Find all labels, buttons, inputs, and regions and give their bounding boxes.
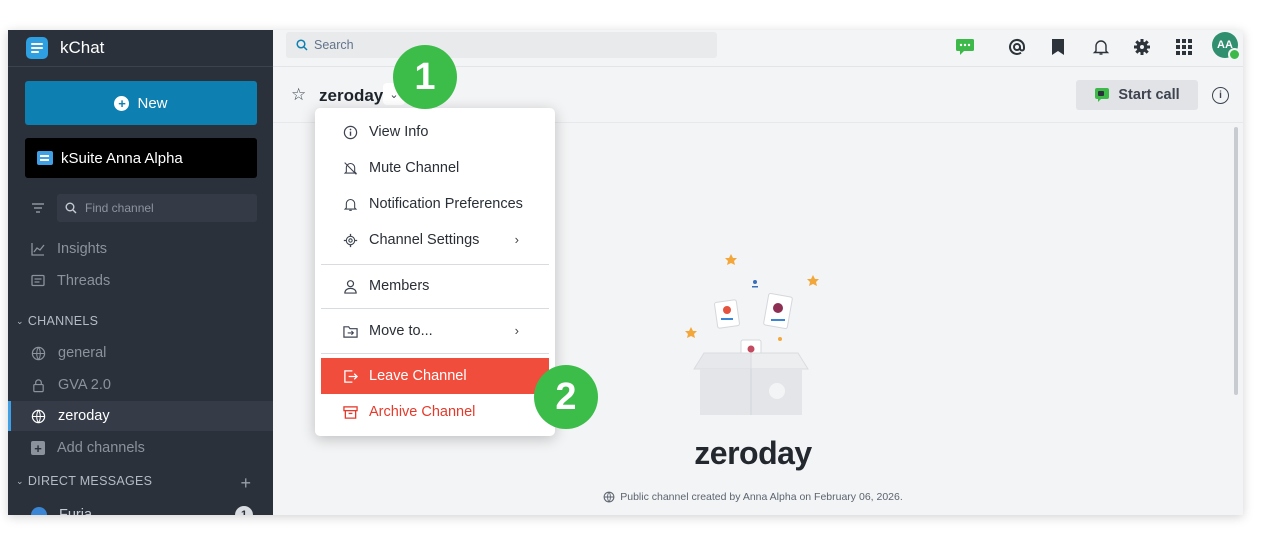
new-button[interactable]: + New xyxy=(25,81,257,125)
chevron-down-icon: ⌄ xyxy=(16,475,24,486)
user-icon xyxy=(344,279,357,294)
bell-icon[interactable] xyxy=(1090,36,1112,58)
menu-item-label: Archive Channel xyxy=(369,404,476,420)
find-channel-placeholder: Find channel xyxy=(85,201,154,215)
menu-divider xyxy=(321,264,549,265)
mention-icon[interactable] xyxy=(1006,36,1028,58)
menu-item-label: View Info xyxy=(369,124,429,140)
dm-item-furia[interactable]: Furia xyxy=(8,500,273,515)
sidebar: kChat + New kSuite Anna Alpha Find chann… xyxy=(8,30,273,515)
step-marker-1: 1 xyxy=(393,45,457,109)
new-button-label: New xyxy=(137,94,168,112)
search-placeholder: Search xyxy=(314,38,354,52)
dm-label: Furia xyxy=(59,507,93,515)
sidebar-item-threads[interactable]: Threads xyxy=(8,266,273,296)
archive-icon xyxy=(343,405,358,419)
leave-icon xyxy=(344,369,358,383)
filter-icon[interactable] xyxy=(25,194,51,222)
avatar xyxy=(31,507,47,515)
menu-item-label: Leave Channel xyxy=(369,368,467,384)
step-marker-2: 2 xyxy=(534,365,598,429)
menu-item-label: Notification Preferences xyxy=(369,196,523,212)
menu-item-move-to[interactable]: Move to... › xyxy=(321,313,549,349)
sidebar-item-label: Threads xyxy=(57,273,111,289)
menu-item-leave-channel[interactable]: Leave Channel xyxy=(321,358,549,394)
menu-item-archive-channel[interactable]: Archive Channel xyxy=(321,394,549,430)
folder-move-icon xyxy=(343,325,358,338)
search-icon xyxy=(296,39,308,51)
search-icon xyxy=(65,202,77,214)
menu-item-label: Members xyxy=(369,278,430,294)
sidebar-item-insights[interactable]: Insights xyxy=(8,234,273,264)
menu-item-view-info[interactable]: View Info xyxy=(321,114,549,150)
chevron-down-icon: ⌄ xyxy=(16,315,24,326)
menu-item-channel-settings[interactable]: Channel Settings › xyxy=(321,222,549,258)
add-channels-label: Add channels xyxy=(57,440,145,456)
add-square-icon: + xyxy=(31,441,45,455)
channel-menu: View Info Mute Channel Notification Pref… xyxy=(315,108,555,436)
direct-messages-section-header[interactable]: ⌄ DIRECT MESSAGES xyxy=(16,474,152,488)
sidebar-item-label: general xyxy=(58,345,107,361)
chat-bubble-icon[interactable] xyxy=(954,36,976,58)
empty-channel-illustration xyxy=(685,254,819,415)
info-icon[interactable]: i xyxy=(1212,87,1229,104)
globe-icon xyxy=(31,409,46,423)
search-input[interactable]: Search xyxy=(286,32,717,58)
bell-off-icon xyxy=(343,161,358,175)
dm-header-label: DIRECT MESSAGES xyxy=(27,474,153,488)
scrollbar[interactable] xyxy=(1234,127,1238,395)
menu-item-label: Channel Settings xyxy=(369,232,480,248)
threads-icon xyxy=(31,274,45,287)
sidebar-item-label: GVA 2.0 xyxy=(58,377,111,393)
globe-icon xyxy=(31,346,46,360)
chart-icon xyxy=(31,243,45,256)
sidebar-item-label: Insights xyxy=(57,241,107,257)
created-label: Public channel created by Anna Alpha on … xyxy=(620,491,903,503)
gear-icon[interactable] xyxy=(1131,36,1153,58)
apps-grid-icon[interactable] xyxy=(1173,36,1195,58)
menu-divider xyxy=(321,353,549,354)
sidebar-item-zeroday[interactable]: zeroday xyxy=(8,401,273,431)
channel-created-text: Public channel created by Anna Alpha on … xyxy=(273,491,1233,503)
online-status-icon xyxy=(1228,48,1241,61)
channel-name[interactable]: zeroday xyxy=(319,86,383,106)
info-icon xyxy=(343,125,358,139)
app-title: kChat xyxy=(60,38,105,57)
find-channel-input[interactable]: Find channel xyxy=(57,194,257,222)
menu-divider xyxy=(321,308,549,309)
kchat-logo-icon xyxy=(26,37,48,59)
menu-item-mute-channel[interactable]: Mute Channel xyxy=(321,150,549,186)
plus-icon: + xyxy=(114,95,130,111)
workspace-name: kSuite Anna Alpha xyxy=(61,149,183,167)
bookmark-icon[interactable] xyxy=(1047,36,1069,58)
channels-section-header[interactable]: ⌄ CHANNELS xyxy=(16,314,98,328)
chevron-right-icon: › xyxy=(514,232,519,247)
lock-icon xyxy=(33,378,44,392)
channels-header-label: CHANNELS xyxy=(27,314,99,328)
menu-item-label: Mute Channel xyxy=(369,160,460,176)
menu-item-label: Move to... xyxy=(369,323,433,339)
sidebar-item-gva[interactable]: GVA 2.0 xyxy=(8,370,273,400)
menu-item-members[interactable]: Members xyxy=(321,268,549,304)
bell-icon xyxy=(343,198,358,211)
app-window: kChat + New kSuite Anna Alpha Find chann… xyxy=(8,30,1243,515)
chat-icon xyxy=(37,151,53,165)
call-icon xyxy=(1095,88,1110,102)
workspace-switcher[interactable]: kSuite Anna Alpha xyxy=(25,138,257,178)
start-call-button[interactable]: Start call xyxy=(1076,80,1198,110)
gear-icon xyxy=(343,233,358,247)
sidebar-header: kChat xyxy=(8,30,273,67)
sidebar-item-general[interactable]: general xyxy=(8,338,273,368)
add-channels-button[interactable]: + Add channels xyxy=(8,433,273,463)
star-icon[interactable]: ☆ xyxy=(291,85,306,105)
chevron-right-icon: › xyxy=(514,323,519,338)
add-dm-icon[interactable]: + xyxy=(240,473,251,494)
globe-icon xyxy=(603,491,615,503)
sidebar-item-label: zeroday xyxy=(58,408,110,424)
channel-intro-title: zeroday xyxy=(694,435,812,471)
user-avatar[interactable]: AA xyxy=(1212,32,1241,61)
menu-item-notification-preferences[interactable]: Notification Preferences xyxy=(321,186,549,222)
start-call-label: Start call xyxy=(1118,87,1180,103)
